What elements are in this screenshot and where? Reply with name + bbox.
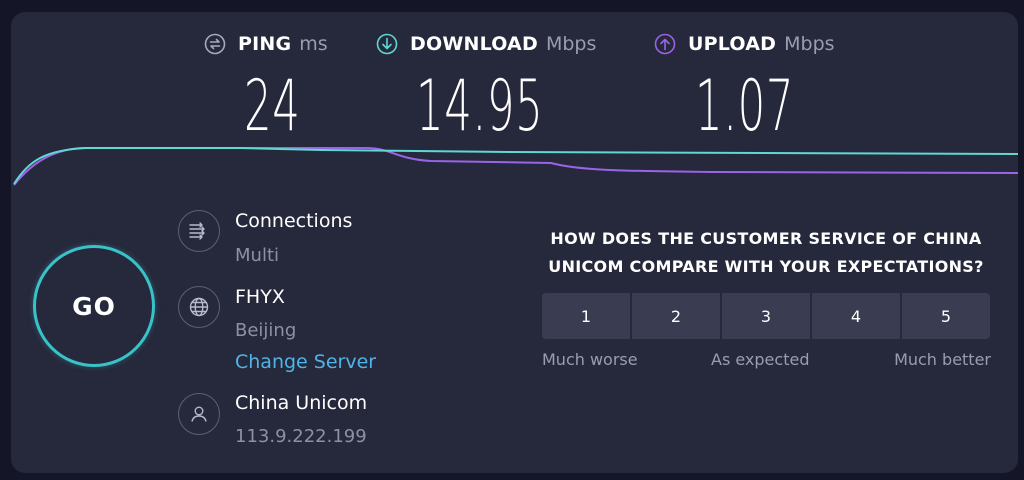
server-location: Beijing (235, 320, 297, 341)
go-button[interactable]: GO (33, 245, 155, 367)
rating-option-5[interactable]: 5 (902, 293, 990, 339)
connections-title: Connections (235, 210, 353, 232)
user-icon (178, 393, 220, 435)
ip-address: 113.9.222.199 (235, 426, 367, 447)
ping-label: PING (238, 33, 292, 55)
isp-name: China Unicom (235, 392, 368, 414)
globe-icon (178, 286, 220, 328)
upload-value: 1.07 (695, 65, 795, 147)
speed-graph (13, 147, 1018, 186)
upload-unit: Mbps (784, 33, 835, 55)
download-metric: DOWNLOAD Mbps 14.95 (376, 30, 597, 146)
rating-label-high: Much better (894, 350, 991, 369)
rating-label-low: Much worse (542, 350, 638, 369)
rating-option-3[interactable]: 3 (722, 293, 810, 339)
rating-option-1[interactable]: 1 (542, 293, 630, 339)
ping-metric: PING ms 24 (204, 30, 328, 146)
download-label: DOWNLOAD (410, 33, 538, 55)
server-name: FHYX (235, 286, 285, 308)
change-server-link[interactable]: Change Server (235, 351, 376, 373)
download-unit: Mbps (545, 33, 597, 55)
ping-icon (204, 33, 226, 55)
upload-label: UPLOAD (688, 33, 777, 55)
rating-option-2[interactable]: 2 (632, 293, 720, 339)
rating-scale: 1 2 3 4 5 (542, 293, 990, 339)
speedtest-panel: PING ms 24 DOWNLOAD Mbps 14.95 UPLOAD Mb… (11, 12, 1018, 473)
rating-label-mid: As expected (711, 350, 810, 369)
rating-option-4[interactable]: 4 (812, 293, 900, 339)
download-speed-line (13, 147, 1018, 185)
connections-value: Multi (235, 245, 279, 266)
upload-icon (654, 33, 676, 55)
connections-icon (178, 210, 220, 252)
survey-question: HOW DOES THE CUSTOMER SERVICE OF CHINA U… (548, 229, 984, 276)
download-value: 14.95 (416, 65, 544, 147)
ping-value: 24 (244, 65, 301, 147)
download-icon (376, 33, 398, 55)
upload-metric: UPLOAD Mbps 1.07 (654, 30, 835, 146)
ping-unit: ms (299, 33, 328, 55)
